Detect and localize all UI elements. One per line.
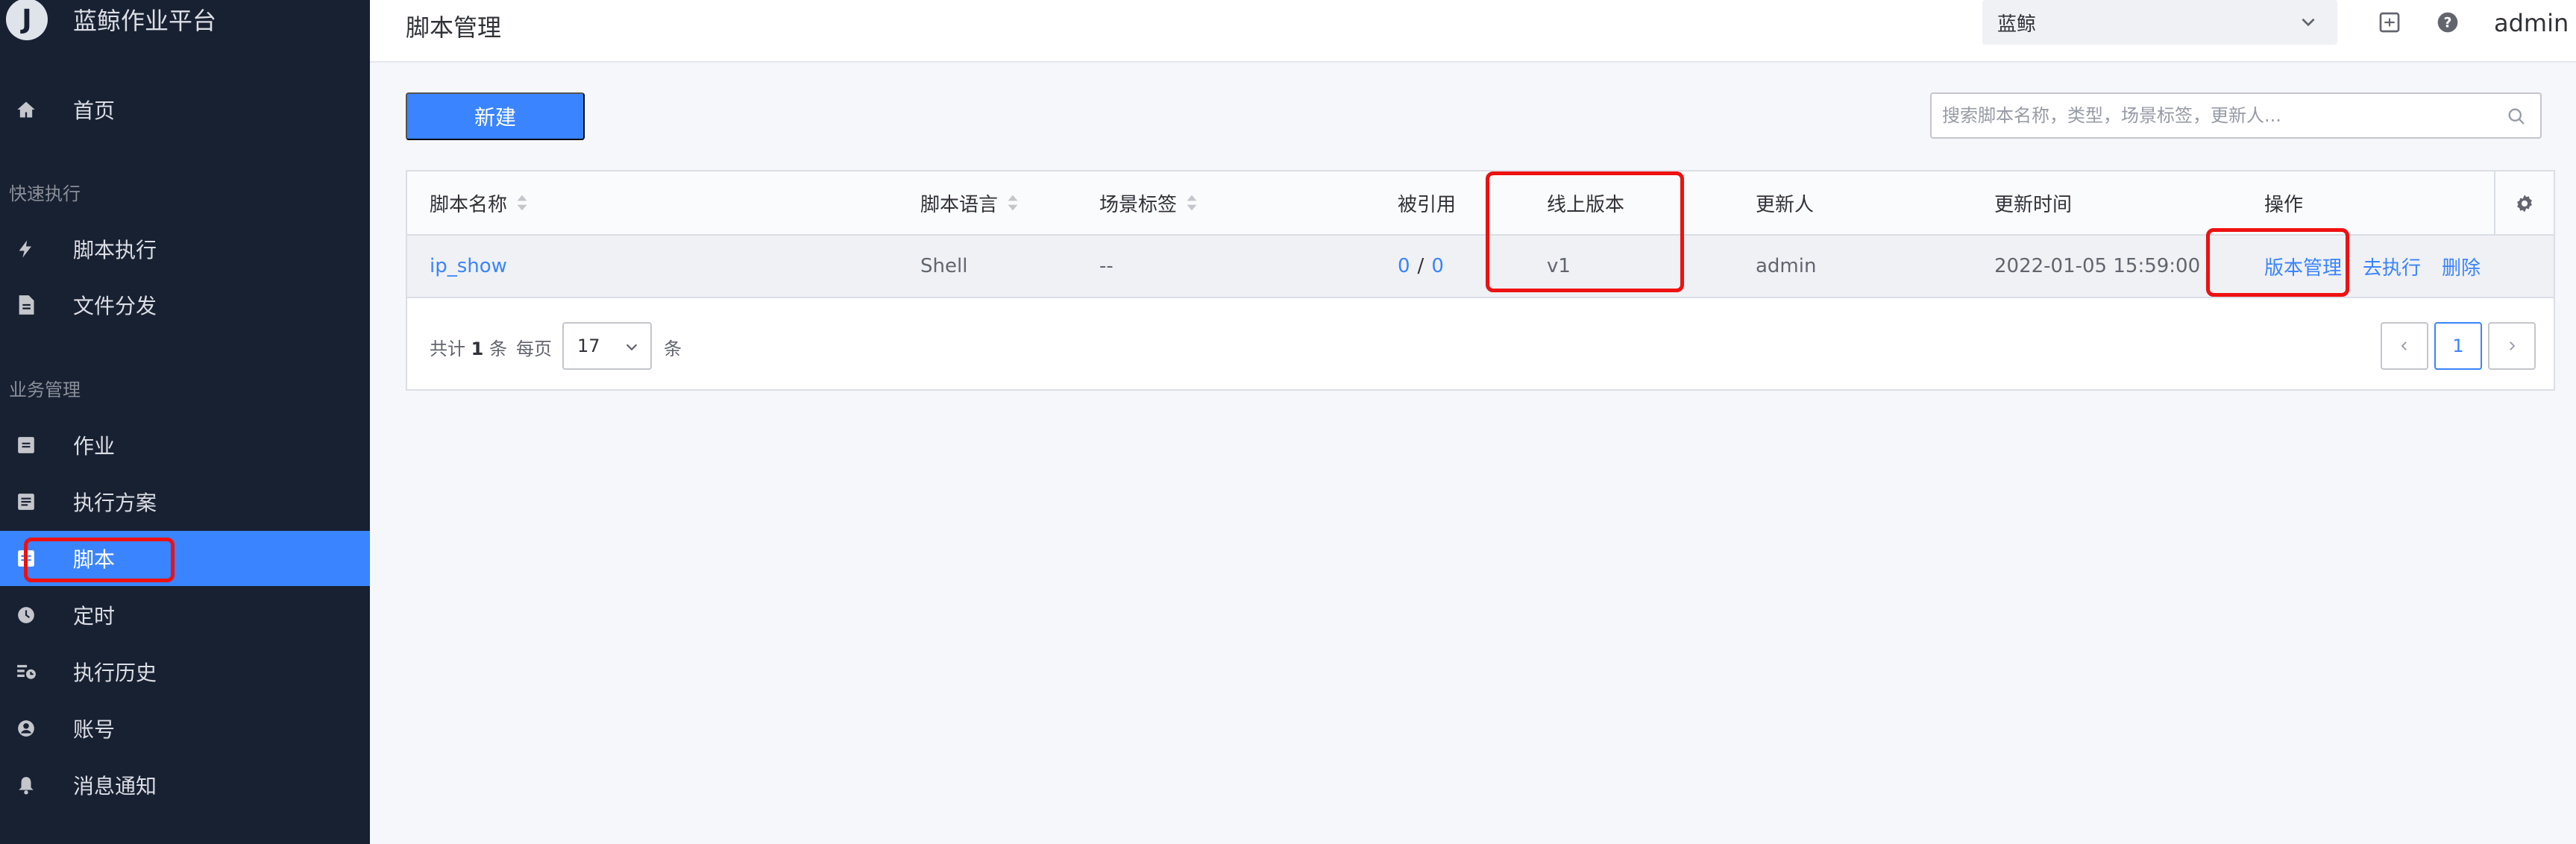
plan-icon (15, 491, 37, 513)
column-header-name[interactable]: 脚本名称 (430, 171, 528, 234)
group-title-quick: 快速执行 (9, 183, 81, 204)
script-updated-at: 2022-01-05 15:59:00 (1994, 255, 2201, 277)
business-select[interactable]: 蓝鲸 (1982, 0, 2337, 45)
sidebar-item-home[interactable]: 首页 (0, 82, 370, 137)
svg-text:?: ? (2444, 16, 2452, 31)
prev-page-button[interactable] (2381, 322, 2428, 370)
sidebar-item-label: 文件分发 (73, 294, 157, 318)
bell-icon (15, 774, 37, 796)
page-button[interactable]: 1 (2434, 322, 2482, 370)
pagination: 共计 1 条 每页 17 条 1 (407, 298, 2554, 389)
table-header: 脚本名称 脚本语言 场景标签 被引用 线上版本 更新人 更新时间 操作 (407, 171, 2554, 236)
next-page-button[interactable] (2488, 322, 2536, 370)
column-header-updater: 更新人 (1756, 193, 1815, 216)
scan-icon[interactable] (2378, 10, 2401, 34)
script-references: 0 / 0 (1398, 236, 1444, 297)
highlight-box-script-nav (24, 538, 175, 582)
reference-separator: / (1417, 255, 1424, 277)
bolt-icon (15, 238, 37, 260)
column-header-references: 被引用 (1398, 193, 1457, 216)
page-title: 脚本管理 (406, 13, 502, 42)
history-icon (15, 661, 37, 683)
sidebar-item-plan[interactable]: 执行方案 (0, 474, 370, 529)
sidebar-item-notification[interactable]: 消息通知 (0, 758, 370, 813)
sort-icon[interactable] (1007, 193, 1019, 212)
highlight-box-online-version (1486, 171, 1684, 292)
script-tags: -- (1099, 255, 1113, 277)
sidebar-item-label: 脚本执行 (73, 238, 157, 262)
column-header-language[interactable]: 脚本语言 (920, 171, 1019, 234)
reference-count-link[interactable]: 0 (1431, 255, 1444, 277)
script-updater: admin (1756, 255, 1817, 277)
sort-icon[interactable] (516, 193, 528, 212)
search-icon[interactable] (2506, 106, 2527, 130)
logo: J (6, 0, 48, 40)
top-header: 脚本管理 蓝鲸 ? admin (370, 0, 2576, 63)
sidebar-item-job[interactable]: 作业 (0, 418, 370, 473)
business-select-value: 蓝鲸 (1997, 13, 2037, 36)
per-page-suffix: 条 (664, 338, 682, 359)
sort-icon[interactable] (1186, 193, 1198, 212)
total-count: 共计 1 条 (430, 338, 507, 359)
sidebar-item-script-execute[interactable]: 脚本执行 (0, 221, 370, 277)
file-icon (15, 294, 37, 316)
execute-link[interactable]: 去执行 (2363, 236, 2421, 297)
account-icon (15, 717, 37, 740)
sidebar-item-label: 执行历史 (73, 661, 157, 685)
table-settings-button[interactable] (2494, 171, 2554, 236)
per-page-label: 每页 (516, 338, 552, 359)
column-header-tags[interactable]: 场景标签 (1099, 171, 1198, 234)
reference-count-link[interactable]: 0 (1398, 255, 1410, 277)
gear-icon (2517, 195, 2532, 212)
sidebar-item-history[interactable]: 执行历史 (0, 644, 370, 699)
sidebar-item-label: 消息通知 (73, 774, 157, 799)
sidebar-item-label: 首页 (73, 98, 116, 123)
brand-name: 蓝鲸作业平台 (73, 7, 217, 35)
sidebar-item-label: 账号 (73, 717, 116, 742)
sidebar-item-label: 作业 (73, 434, 116, 459)
sidebar-item-label: 执行方案 (73, 491, 157, 515)
new-script-button[interactable]: 新建 (406, 92, 585, 140)
help-icon[interactable]: ? (2436, 10, 2460, 34)
chevron-left-icon (2401, 341, 2407, 350)
script-language: Shell (920, 255, 968, 277)
column-header-actions: 操作 (2264, 193, 2304, 216)
home-icon (15, 98, 37, 121)
brand[interactable]: J 蓝鲸作业平台 (6, 0, 216, 48)
group-title-business: 业务管理 (9, 380, 81, 400)
delete-link[interactable]: 删除 (2442, 236, 2481, 297)
clock-icon (15, 604, 37, 626)
page-size-select[interactable]: 17 (562, 322, 652, 370)
highlight-box-version-manage (2206, 228, 2349, 297)
sidebar-item-file-distribute[interactable]: 文件分发 (0, 277, 370, 333)
chevron-down-icon (623, 338, 640, 359)
user-name[interactable]: admin (2494, 9, 2569, 37)
page-size-value: 17 (577, 336, 600, 356)
script-name-link[interactable]: ip_show (430, 236, 507, 297)
sidebar-item-label: 定时 (73, 604, 116, 629)
job-icon (15, 434, 37, 456)
sidebar-item-account[interactable]: 账号 (0, 701, 370, 756)
chevron-down-icon (2299, 12, 2318, 37)
column-header-updated-at: 更新时间 (1994, 193, 2073, 216)
search-box[interactable] (1930, 92, 2542, 139)
sidebar-item-cron[interactable]: 定时 (0, 588, 370, 643)
chevron-right-icon (2510, 341, 2516, 350)
sidebar: J 蓝鲸作业平台 首页 快速执行 脚本执行 文件分发 业务管理 作业 执行方案 (0, 0, 370, 844)
search-input[interactable] (1932, 94, 2498, 137)
